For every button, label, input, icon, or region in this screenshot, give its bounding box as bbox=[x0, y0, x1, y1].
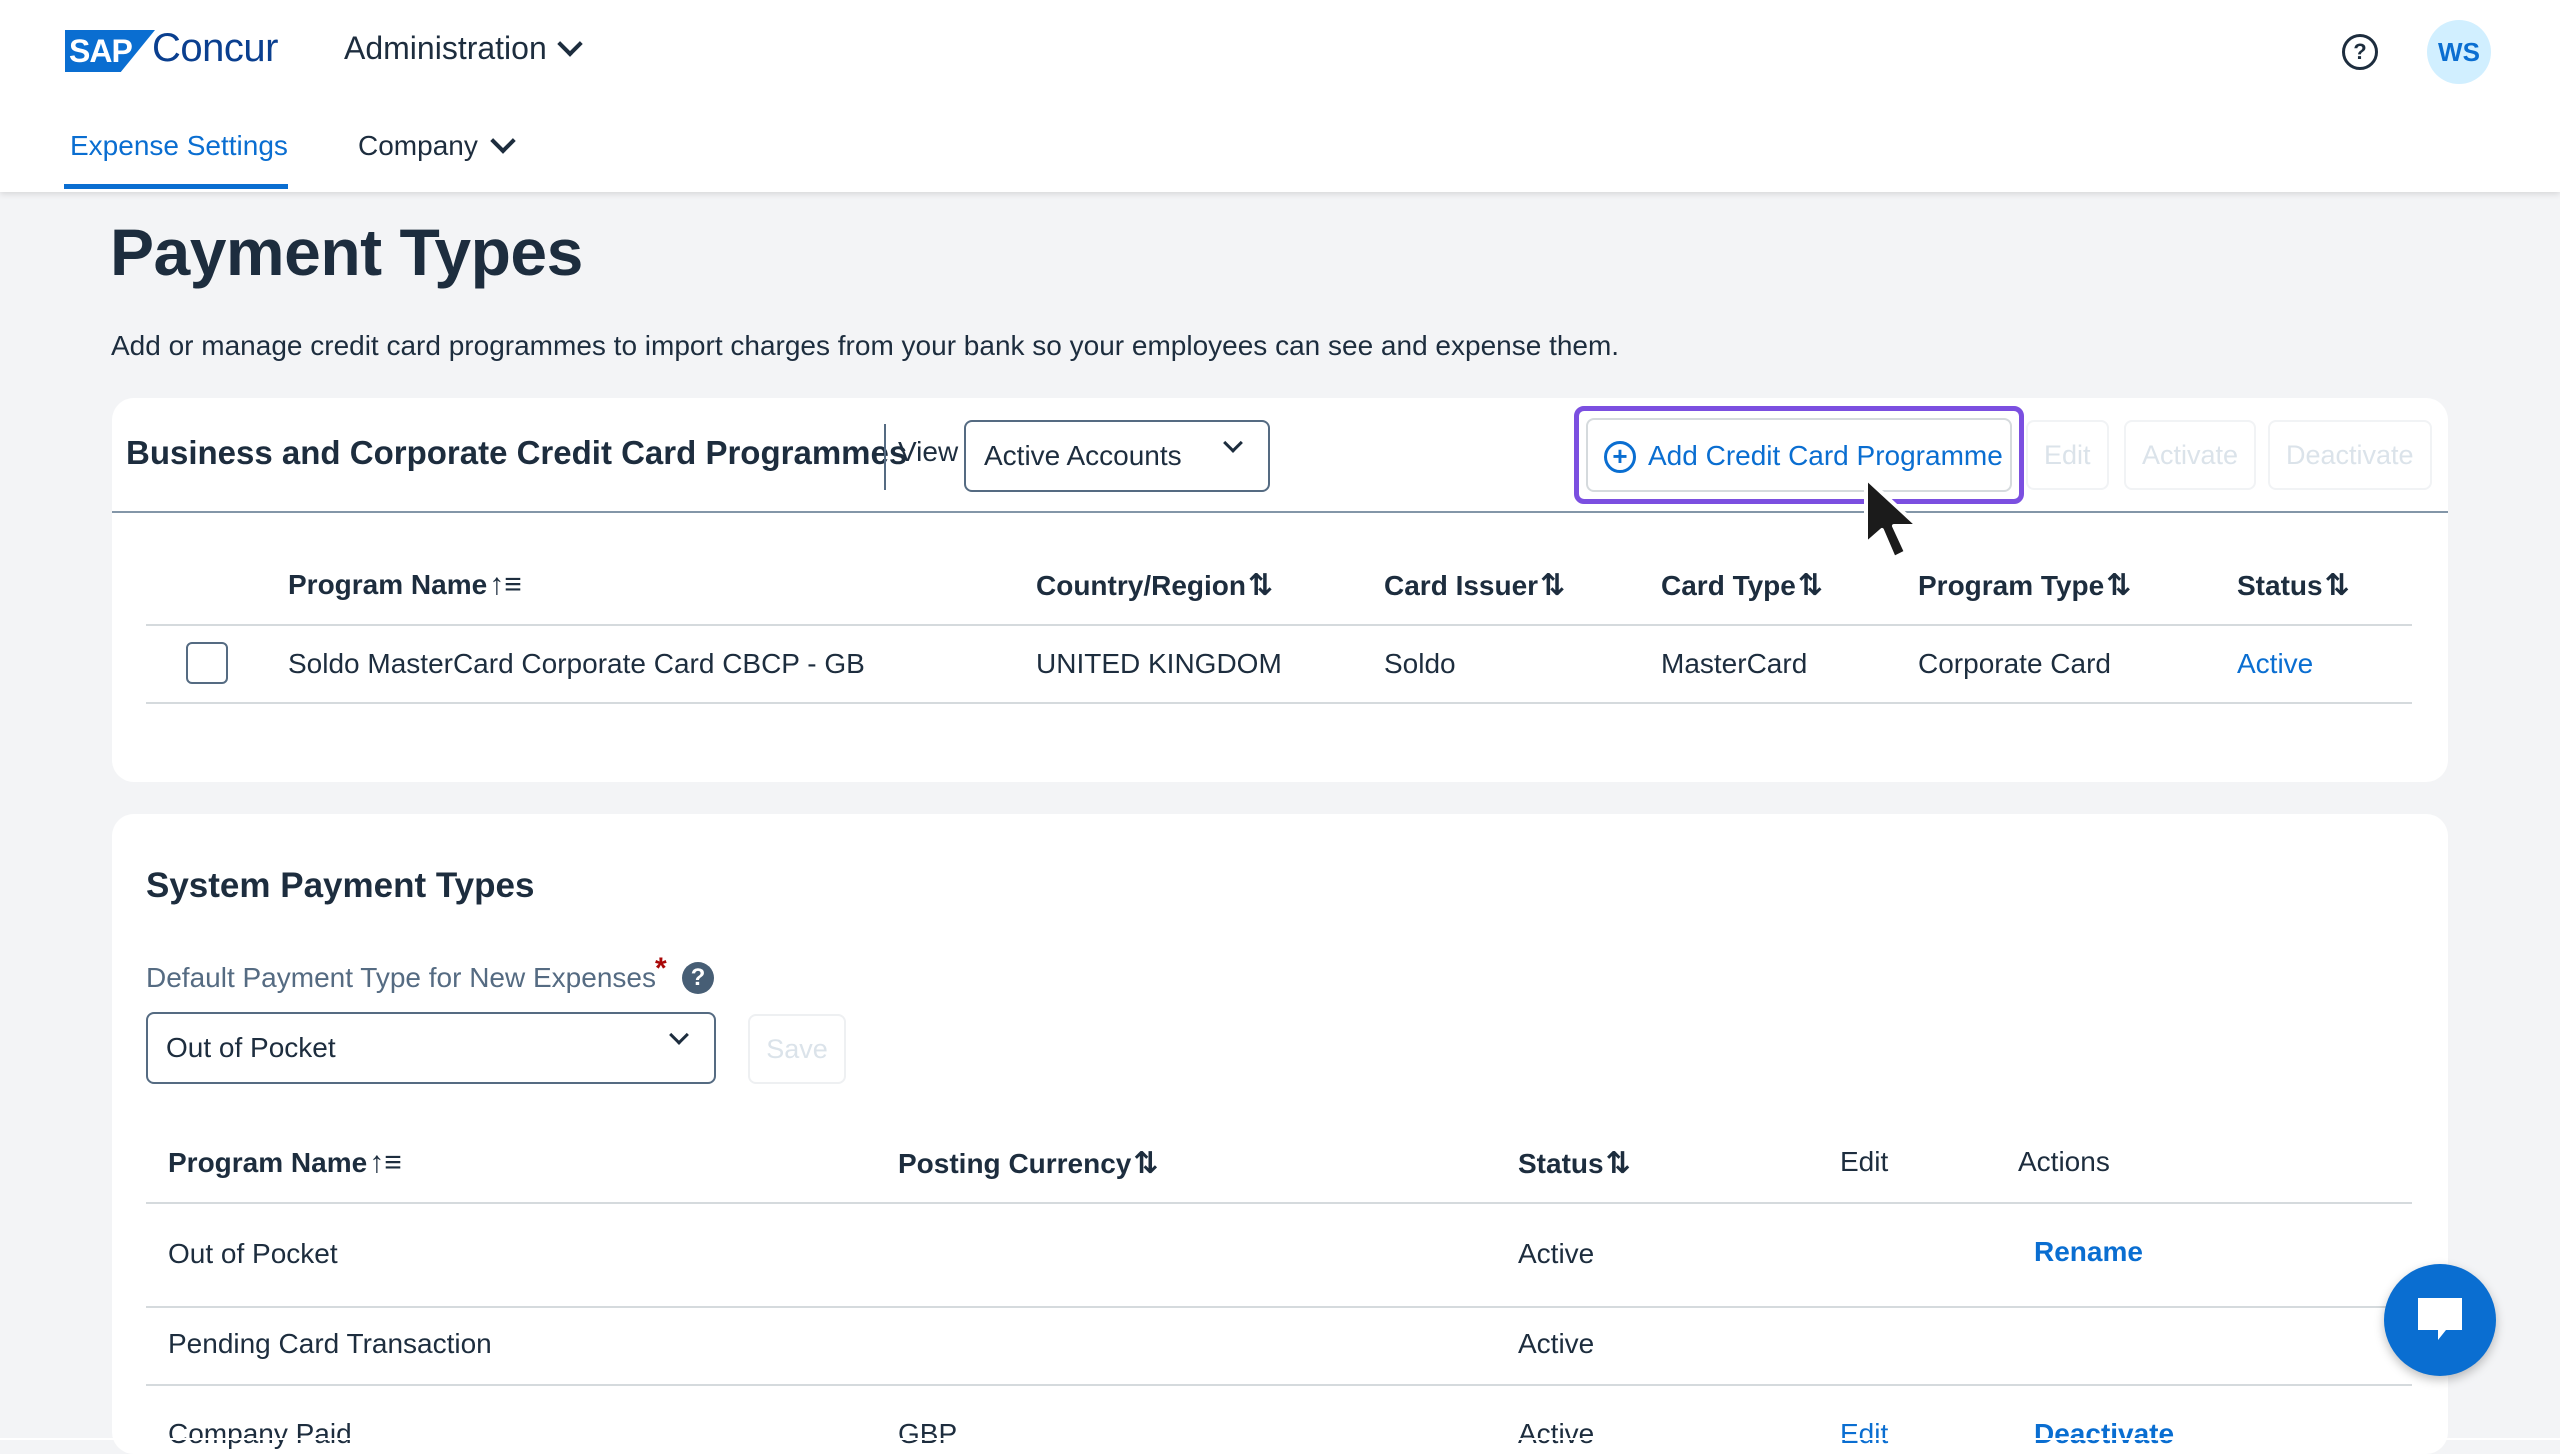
table-header-border bbox=[146, 624, 2412, 626]
col-header-status[interactable]: Status ⇅ bbox=[1518, 1146, 1631, 1181]
cell-program-name: Pending Card Transaction bbox=[168, 1328, 492, 1359]
activate-button[interactable]: Activate bbox=[2124, 420, 2257, 490]
chevron-down-icon bbox=[557, 30, 583, 57]
col-header-program-name[interactable]: Program Name ↑≡ bbox=[168, 1146, 402, 1180]
default-payment-type-value: Out of Pocket bbox=[166, 1032, 336, 1063]
add-button-label: Add Credit Card Programme bbox=[1648, 440, 2003, 471]
col-header-program-name[interactable]: Program Name ↑≡ bbox=[288, 568, 522, 602]
tab-company[interactable]: Company bbox=[358, 128, 516, 162]
deactivate-link[interactable]: Deactivate bbox=[2034, 1418, 2174, 1450]
rename-link[interactable]: Rename bbox=[2034, 1236, 2143, 1268]
concur-logo-text[interactable]: Concur bbox=[152, 26, 278, 71]
toolbar-divider bbox=[884, 424, 886, 490]
table-row-border bbox=[146, 702, 2412, 704]
col-header-card-issuer[interactable]: Card Issuer ⇅ bbox=[1384, 568, 1565, 603]
cell-status: Active bbox=[1518, 1238, 1595, 1269]
col-header-label: Status bbox=[1518, 1147, 1604, 1179]
col-header-label: Program Name bbox=[168, 1147, 368, 1178]
tab-company-label: Company bbox=[358, 130, 478, 161]
user-avatar[interactable]: WS bbox=[2427, 20, 2491, 84]
cell-card-issuer: Soldo bbox=[1384, 648, 1456, 679]
sort-ascending-icon: ↑≡ bbox=[489, 568, 522, 601]
row-select-checkbox[interactable] bbox=[186, 642, 228, 684]
cell-status: Active bbox=[1518, 1328, 1595, 1359]
page-title: Payment Types bbox=[110, 215, 583, 289]
administration-menu[interactable]: Administration bbox=[344, 30, 583, 67]
col-header-status[interactable]: Status ⇅ bbox=[2237, 568, 2350, 603]
administration-menu-label: Administration bbox=[344, 30, 547, 66]
required-asterisk: * bbox=[655, 952, 667, 985]
default-payment-type-label: Default Payment Type for New Expenses bbox=[146, 962, 656, 993]
sap-logo[interactable]: SAP bbox=[65, 30, 155, 72]
chevron-down-icon bbox=[1223, 433, 1243, 453]
sort-arrows-icon: ⇅ bbox=[2106, 569, 2132, 602]
edit-link[interactable]: Edit bbox=[1840, 1418, 1888, 1450]
deactivate-button[interactable]: Deactivate bbox=[2268, 420, 2432, 490]
table-header-border bbox=[146, 1202, 2412, 1204]
cell-program-name[interactable]: Soldo MasterCard Corporate Card CBCP - G… bbox=[288, 648, 865, 680]
save-button[interactable]: Save bbox=[748, 1014, 846, 1084]
col-header-country-region[interactable]: Country/Region ⇅ bbox=[1036, 568, 1273, 603]
chat-bubble-icon bbox=[2418, 1298, 2462, 1340]
col-header-posting-currency[interactable]: Posting Currency ⇅ bbox=[898, 1146, 1159, 1181]
sort-arrows-icon: ⇅ bbox=[1133, 1147, 1159, 1180]
plus-circle-icon: + bbox=[1604, 441, 1636, 473]
sort-ascending-icon: ↑≡ bbox=[369, 1146, 402, 1179]
col-header-label: Program Type bbox=[1918, 569, 2105, 601]
help-icon[interactable]: ? bbox=[2342, 34, 2378, 70]
chevron-down-icon bbox=[490, 128, 516, 154]
sort-arrows-icon: ⇅ bbox=[1540, 569, 1566, 602]
col-header-label: Country/Region bbox=[1036, 569, 1246, 601]
question-info-icon[interactable]: ? bbox=[682, 962, 714, 994]
top-header: SAP Concur Administration ? WS Expense S… bbox=[0, 0, 2560, 192]
chat-button[interactable] bbox=[2384, 1264, 2496, 1376]
cell-posting-currency: GBP bbox=[898, 1418, 958, 1449]
col-header-label: Posting Currency bbox=[898, 1147, 1132, 1179]
col-header-label: Program Name bbox=[288, 569, 488, 600]
add-credit-card-programme-button[interactable]: + Add Credit Card Programme bbox=[1586, 418, 2012, 492]
default-payment-type-select[interactable]: Out of Pocket bbox=[146, 1012, 716, 1084]
chevron-down-icon bbox=[669, 1025, 689, 1045]
sort-arrows-icon: ⇅ bbox=[2324, 569, 2350, 602]
tab-expense-settings[interactable]: Expense Settings bbox=[70, 130, 288, 162]
active-tab-indicator bbox=[64, 184, 288, 189]
cell-program-type: Corporate Card bbox=[1918, 648, 2111, 679]
view-label: View bbox=[898, 436, 959, 467]
cell-country-region: UNITED KINGDOM bbox=[1036, 648, 1282, 679]
cell-program-name: Company Paid bbox=[168, 1418, 352, 1449]
sort-arrows-icon: ⇅ bbox=[1605, 1147, 1631, 1180]
table-row-border bbox=[146, 1384, 2412, 1386]
col-header-actions: Actions bbox=[2018, 1146, 2110, 1177]
cell-status: Active bbox=[1518, 1418, 1595, 1449]
sort-arrows-icon: ⇅ bbox=[1797, 569, 1823, 602]
col-header-label: Card Issuer bbox=[1384, 569, 1539, 601]
cell-program-name: Out of Pocket bbox=[168, 1238, 338, 1269]
view-select[interactable]: Active Accounts bbox=[964, 420, 1270, 492]
toolbar-bottom-border bbox=[112, 511, 2448, 513]
cell-card-type: MasterCard bbox=[1661, 648, 1808, 679]
table-row-border bbox=[146, 1306, 2412, 1308]
col-header-edit: Edit bbox=[1840, 1146, 1889, 1177]
cell-status-active-link[interactable]: Active bbox=[2237, 648, 2313, 680]
col-header-label: Card Type bbox=[1661, 569, 1796, 601]
page-description: Add or manage credit card programmes to … bbox=[111, 330, 1620, 361]
card-programmes-title: Business and Corporate Credit Card Progr… bbox=[126, 434, 908, 471]
sort-arrows-icon: ⇅ bbox=[1248, 569, 1274, 602]
col-header-card-type[interactable]: Card Type ⇅ bbox=[1661, 568, 1823, 603]
col-header-program-type[interactable]: Program Type ⇅ bbox=[1918, 568, 2131, 603]
col-header-label: Status bbox=[2237, 569, 2323, 601]
view-select-value: Active Accounts bbox=[984, 440, 1182, 471]
system-payment-types-title: System Payment Types bbox=[146, 866, 535, 905]
edit-button[interactable]: Edit bbox=[2026, 420, 2109, 490]
